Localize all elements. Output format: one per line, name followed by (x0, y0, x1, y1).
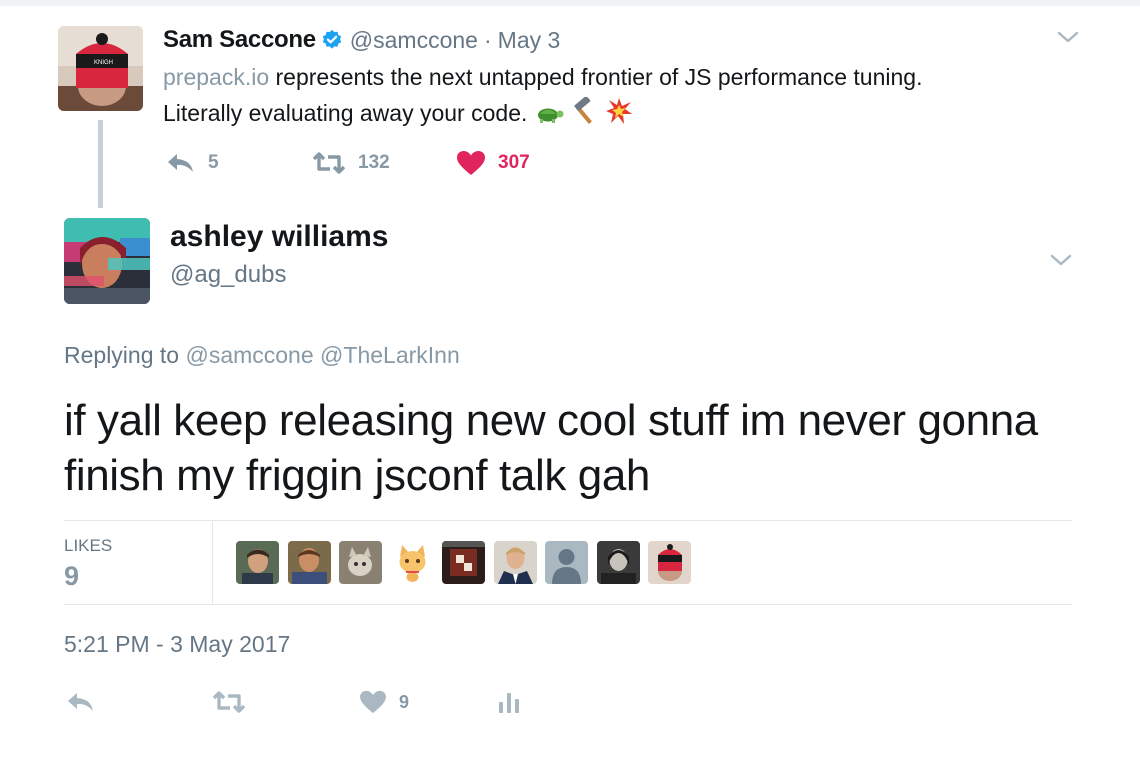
main-author-name[interactable]: ashley williams (170, 220, 388, 254)
liker-avatar[interactable] (493, 541, 537, 584)
like-count: 307 (498, 152, 530, 173)
verified-badge-icon (321, 29, 343, 51)
main-author-avatar[interactable] (64, 218, 150, 304)
parent-tweet-header: Sam Saccone @samccone · May 3 (163, 25, 560, 55)
reply-icon (168, 154, 193, 172)
replying-to-line: Replying to @samccone @TheLarkInn (64, 342, 460, 369)
liker-avatars (236, 541, 700, 584)
reply-icon (68, 693, 93, 711)
retweet-icon (212, 691, 246, 713)
reply-count: 5 (208, 152, 219, 173)
hammer-emoji-icon (574, 97, 593, 124)
liker-avatar[interactable] (545, 541, 588, 584)
parent-author-avatar[interactable]: KNIGH (58, 26, 143, 111)
liker-avatar[interactable] (596, 541, 640, 584)
liker-avatar[interactable] (390, 541, 434, 584)
chevron-down-icon[interactable] (1050, 253, 1072, 267)
divider (64, 604, 1072, 605)
top-divider (0, 0, 1140, 6)
like-action[interactable]: 9 (359, 686, 409, 718)
tweet-timestamp[interactable]: 5:21 PM - 3 May 2017 (64, 631, 290, 658)
main-tweet-text: if yall keep releasing new cool stuff im… (64, 396, 1038, 500)
replying-to-label: Replying to (64, 342, 180, 368)
tweet-text-line2: Literally evaluating away your code. (163, 100, 534, 126)
tweet-link[interactable]: prepack.io (163, 64, 269, 90)
turtle-emoji-icon (537, 108, 564, 123)
retweet-icon (312, 152, 346, 174)
analytics-action[interactable] (498, 686, 520, 718)
tweet-detail-page: KNIGH Sam Saccone @samccone · May 3 prep… (0, 0, 1140, 770)
retweet-count: 132 (358, 152, 390, 173)
reply-action[interactable]: 5 (166, 147, 219, 179)
thread-connector-line (98, 120, 103, 208)
retweet-action[interactable]: 132 (312, 147, 390, 179)
reply-mention[interactable]: @samccone (185, 342, 313, 368)
retweet-action[interactable] (212, 686, 246, 718)
parent-tweet-date[interactable]: May 3 (498, 27, 561, 54)
heart-icon (360, 690, 386, 714)
reply-action[interactable] (66, 686, 96, 718)
like-action[interactable]: 307 (456, 147, 530, 179)
parent-tweet-text: prepack.io represents the next untapped … (163, 59, 1063, 131)
likes-label: LIKES (64, 536, 113, 555)
parent-author-handle[interactable]: @samccone (350, 27, 478, 54)
parent-author-name[interactable]: Sam Saccone (163, 26, 316, 54)
divider (64, 520, 1072, 521)
main-author-handle[interactable]: @ag_dubs (170, 261, 286, 289)
liker-avatar[interactable] (339, 541, 382, 584)
header-separator: · (483, 26, 492, 53)
svg-text:KNIGH: KNIGH (94, 60, 113, 66)
collision-emoji-icon (605, 98, 632, 124)
likes-count: 9 (64, 561, 80, 591)
heart-icon (457, 151, 485, 175)
likes-stat[interactable]: LIKES 9 (64, 522, 213, 604)
liker-avatar[interactable] (287, 541, 331, 584)
tweet-text-line1: represents the next untapped frontier of… (269, 64, 923, 90)
reply-mention[interactable]: @TheLarkInn (320, 342, 460, 368)
liker-avatar[interactable] (442, 541, 485, 584)
liker-avatar[interactable] (648, 541, 691, 584)
liker-avatar[interactable] (236, 541, 279, 584)
analytics-icon (499, 693, 519, 713)
chevron-down-icon[interactable] (1057, 30, 1079, 44)
like-count: 9 (399, 691, 410, 712)
